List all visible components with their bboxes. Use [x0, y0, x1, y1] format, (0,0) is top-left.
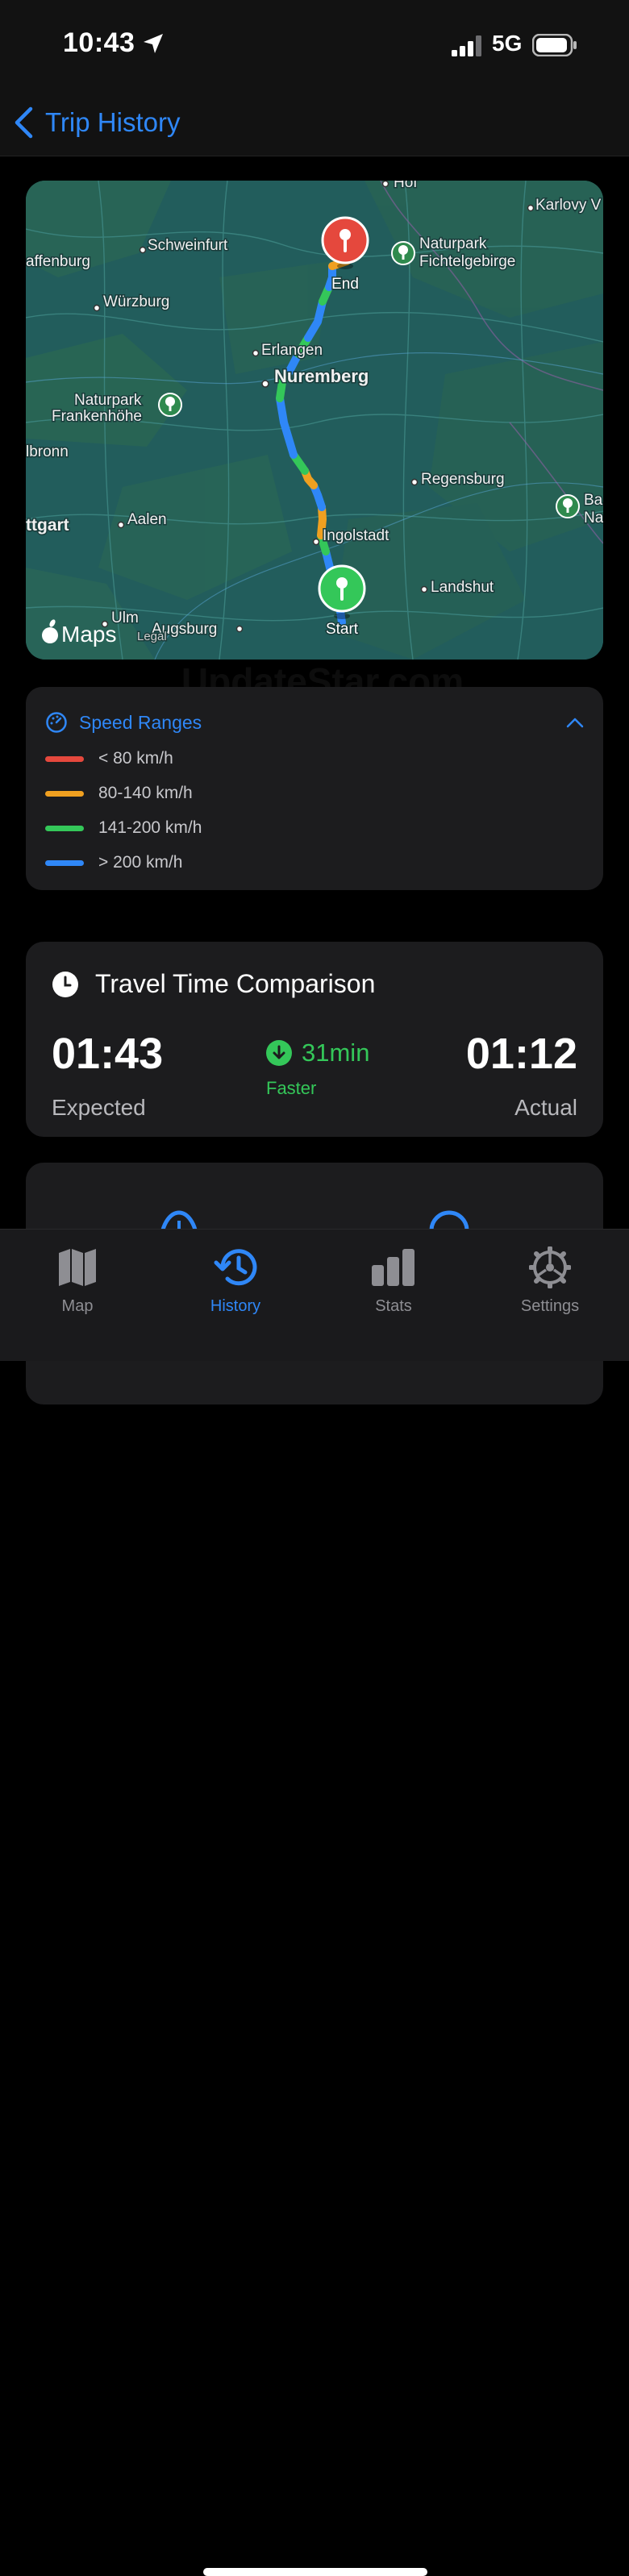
tab-label: Map [61, 1297, 94, 1315]
tab-map[interactable]: Map [13, 1244, 142, 1316]
travel-time-card: Travel Time Comparison 01:43 Expected 01… [26, 942, 603, 1137]
legend-swatch-blue [45, 859, 84, 866]
map-label-heilbronn: lbronn [26, 443, 69, 460]
map-label-naturpark-fichtel-2: Fichtelgebirge [419, 253, 515, 270]
park-tree-icon [391, 241, 415, 265]
map-label-aschaffenburg: affenburg [26, 253, 90, 270]
map-label-bay-2: Na [584, 510, 603, 526]
status-bar: 10:43 5G [0, 0, 629, 89]
actual-time-label: Actual [514, 1095, 577, 1120]
speed-legend-item: 141-200 km/h [45, 816, 202, 840]
map-label-schweinfurt: Schweinfurt [148, 237, 228, 254]
map-label-naturpark-franken-2: Frankenhöhe [52, 408, 142, 425]
map-label-landshut: Landshut [431, 579, 494, 596]
travel-time-title: Travel Time Comparison [95, 969, 376, 998]
cellular-signal-icon [452, 35, 481, 56]
tab-history[interactable]: History [171, 1244, 300, 1316]
clock-icon [52, 971, 78, 997]
start-pin-label: Start [326, 621, 359, 638]
speed-legend-item: < 80 km/h [45, 747, 173, 771]
legend-label: > 200 km/h [98, 853, 183, 872]
arrow-down-circle-icon [266, 1040, 292, 1066]
bar-chart-icon [372, 1249, 414, 1286]
map-label-hof: Hof [394, 181, 418, 191]
speed-ranges-header[interactable]: Speed Ranges [45, 705, 584, 740]
tab-label: Stats [375, 1297, 412, 1315]
expected-time-value: 01:43 [52, 1030, 164, 1078]
back-button[interactable]: Trip History [13, 102, 180, 144]
park-tree-icon [158, 393, 182, 417]
location-arrow-icon [144, 34, 163, 53]
tab-stats[interactable]: Stats [329, 1244, 458, 1316]
map-label-nuremberg: Nuremberg [274, 366, 369, 386]
legend-label: 141-200 km/h [98, 818, 202, 837]
legend-swatch-green [45, 825, 84, 831]
map-legal-link[interactable]: Legal [136, 629, 169, 645]
legend-swatch-orange [45, 790, 84, 797]
history-clock-icon [214, 1249, 257, 1286]
back-button-label: Trip History [45, 107, 181, 137]
map-label-naturpark-fichtel-1: Naturpark [419, 235, 487, 252]
legend-label: < 80 km/h [98, 749, 173, 768]
network-type: 5G [492, 31, 523, 56]
map-label-erlangen: Erlangen [261, 342, 323, 359]
battery-icon [532, 34, 577, 56]
status-time: 10:43 [63, 27, 135, 58]
map-label-stuttgart: ttgart [26, 516, 69, 535]
map-icon [59, 1249, 96, 1286]
speedometer-icon [46, 712, 67, 733]
trip-map[interactable]: Hof Karlovy V Schweinfurt affenburg Natu… [26, 181, 603, 660]
actual-time-value: 01:12 [465, 1030, 577, 1078]
legend-swatch-red [45, 755, 84, 762]
tab-label: Settings [520, 1297, 580, 1315]
park-tree-icon [556, 494, 580, 518]
home-indicator[interactable] [203, 2568, 427, 2576]
end-pin-label: End [331, 276, 359, 293]
travel-time-header: Travel Time Comparison [52, 969, 375, 999]
speed-legend-item: > 200 km/h [45, 851, 182, 875]
map-label-ingolstadt: Ingolstadt [323, 527, 389, 544]
maps-brand-label: Maps [61, 622, 116, 647]
expected-time-label: Expected [52, 1095, 146, 1120]
map-label-naturpark-franken-1: Naturpark [74, 392, 142, 409]
speed-ranges-card: Speed Ranges < 80 km/h 80-140 km/h 141-2… [26, 687, 603, 890]
chevron-left-icon [15, 106, 33, 139]
speed-ranges-title: Speed Ranges [79, 711, 202, 733]
tab-bar: Map History Stats Settings [0, 1229, 629, 2576]
time-difference-label: Faster [266, 1078, 317, 1098]
legend-label: 80-140 km/h [98, 784, 193, 802]
map-label-wurzburg: Würzburg [103, 293, 169, 310]
tab-label: History [210, 1297, 261, 1315]
navigation-bar: Trip History [0, 89, 629, 156]
tab-settings[interactable]: Settings [485, 1244, 614, 1316]
map-label-aalen: Aalen [127, 511, 167, 528]
map-label-regensburg: Regensburg [421, 471, 505, 488]
gear-icon [529, 1246, 571, 1288]
time-difference-value: 31min [302, 1038, 370, 1067]
speed-legend-item: 80-140 km/h [45, 781, 193, 805]
maps-brand: Maps [42, 619, 116, 647]
time-difference: 31min [266, 1038, 427, 1067]
map-label-karlovy: Karlovy V [535, 197, 602, 214]
chevron-up-icon[interactable] [566, 717, 584, 728]
map-label-bay-1: Ba [584, 492, 603, 509]
